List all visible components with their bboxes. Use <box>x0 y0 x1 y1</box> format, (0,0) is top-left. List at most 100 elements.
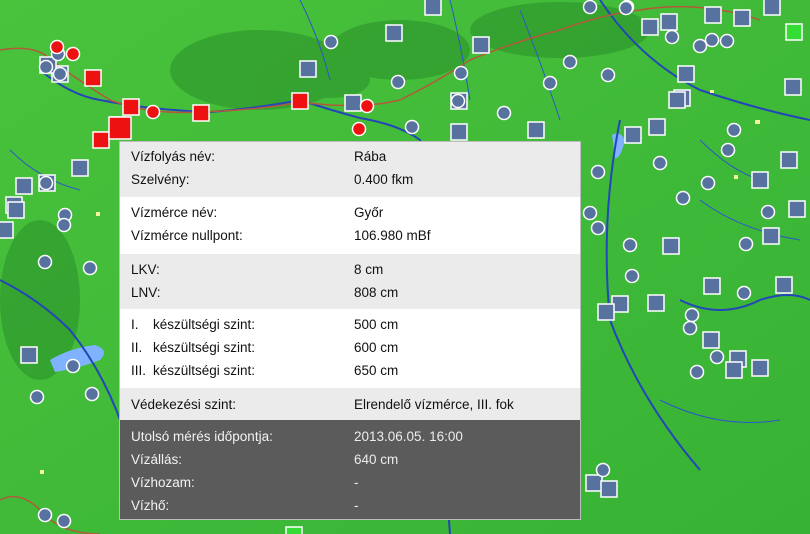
red-alert-marker[interactable] <box>92 131 110 149</box>
square-station-marker[interactable] <box>472 36 490 54</box>
square-station-marker[interactable] <box>662 237 680 255</box>
square-station-marker[interactable] <box>597 303 615 321</box>
circle-station-marker[interactable] <box>56 217 72 233</box>
red-alert-marker[interactable] <box>65 46 81 62</box>
circle-station-marker[interactable] <box>450 93 466 109</box>
red-alert-marker[interactable] <box>122 98 140 116</box>
square-station-marker[interactable] <box>763 0 781 16</box>
circle-station-marker[interactable] <box>624 268 640 284</box>
red-alert-marker[interactable] <box>108 116 132 140</box>
circle-station-marker[interactable] <box>618 0 634 16</box>
green-normal-marker[interactable] <box>785 23 803 41</box>
red-alert-marker[interactable] <box>291 92 309 110</box>
red-alert-marker[interactable] <box>192 104 210 122</box>
square-station-marker[interactable] <box>668 91 686 109</box>
square-station-marker[interactable] <box>299 60 317 78</box>
level-1-label: I. készültségi szint: <box>131 317 256 332</box>
square-station-marker[interactable] <box>762 227 780 245</box>
square-station-marker[interactable] <box>585 474 603 492</box>
circle-station-marker[interactable] <box>38 175 54 191</box>
circle-station-marker[interactable] <box>37 507 53 523</box>
circle-station-marker[interactable] <box>82 260 98 276</box>
square-station-marker[interactable] <box>424 0 442 16</box>
circle-station-marker[interactable] <box>720 142 736 158</box>
circle-station-marker[interactable] <box>709 349 725 365</box>
square-station-marker[interactable] <box>784 78 802 96</box>
circle-station-marker[interactable] <box>689 364 705 380</box>
square-station-marker[interactable] <box>775 276 793 294</box>
red-alert-marker[interactable] <box>84 69 102 87</box>
circle-station-marker[interactable] <box>453 65 469 81</box>
circle-station-marker[interactable] <box>692 38 708 54</box>
square-station-marker[interactable] <box>648 118 666 136</box>
circle-station-marker[interactable] <box>738 236 754 252</box>
circle-station-marker[interactable] <box>622 237 638 253</box>
square-station-marker[interactable] <box>780 151 798 169</box>
circle-station-marker[interactable] <box>390 74 406 90</box>
square-station-marker[interactable] <box>703 277 721 295</box>
circle-station-marker[interactable] <box>590 164 606 180</box>
circle-station-marker[interactable] <box>562 54 578 70</box>
square-station-marker[interactable] <box>660 13 678 31</box>
square-station-marker[interactable] <box>527 121 545 139</box>
circle-station-marker[interactable] <box>595 462 611 478</box>
circle-station-marker[interactable] <box>404 119 420 135</box>
square-station-marker[interactable] <box>600 480 618 498</box>
circle-station-marker[interactable] <box>582 0 598 15</box>
square-station-marker[interactable] <box>15 177 33 195</box>
square-station-marker[interactable] <box>624 126 642 144</box>
square-station-marker[interactable] <box>7 201 25 219</box>
circle-station-marker[interactable] <box>582 205 598 221</box>
circle-station-marker[interactable] <box>704 32 720 48</box>
circle-station-marker[interactable] <box>37 254 53 270</box>
red-alert-marker[interactable] <box>359 98 375 114</box>
circle-station-marker[interactable] <box>56 513 72 529</box>
circle-station-marker[interactable] <box>726 122 742 138</box>
square-station-marker[interactable] <box>751 359 769 377</box>
square-station-marker[interactable] <box>677 65 695 83</box>
circle-station-marker[interactable] <box>684 307 700 323</box>
gauge-zero-label: Vízmérce nullpont: <box>131 228 243 243</box>
red-alert-marker[interactable] <box>351 121 367 137</box>
gauge-zero-value: 106.980 mBf <box>354 228 431 243</box>
circle-station-marker[interactable] <box>682 320 698 336</box>
square-station-marker[interactable] <box>702 331 720 349</box>
circle-station-marker[interactable] <box>700 175 716 191</box>
lkv-label: LKV: <box>131 262 160 277</box>
circle-station-marker[interactable] <box>675 190 691 206</box>
square-station-marker[interactable] <box>450 123 468 141</box>
square-station-marker[interactable] <box>725 361 743 379</box>
circle-station-marker[interactable] <box>719 33 735 49</box>
square-station-marker[interactable] <box>0 221 14 239</box>
square-station-marker[interactable] <box>71 159 89 177</box>
square-station-marker[interactable] <box>344 94 362 112</box>
circle-station-marker[interactable] <box>496 105 512 121</box>
square-station-marker[interactable] <box>733 9 751 27</box>
circle-station-marker[interactable] <box>652 155 668 171</box>
circle-station-marker[interactable] <box>65 358 81 374</box>
square-station-marker[interactable] <box>647 294 665 312</box>
circle-station-marker[interactable] <box>736 285 752 301</box>
circle-station-marker[interactable] <box>542 75 558 91</box>
square-station-marker[interactable] <box>704 6 722 24</box>
square-station-marker[interactable] <box>641 18 659 36</box>
circle-station-marker[interactable] <box>84 386 100 402</box>
square-station-marker[interactable] <box>385 24 403 42</box>
circle-station-marker[interactable] <box>600 67 616 83</box>
circle-station-marker[interactable] <box>323 34 339 50</box>
square-station-marker[interactable] <box>751 171 769 189</box>
circle-station-marker[interactable] <box>29 389 45 405</box>
circle-station-marker[interactable] <box>760 204 776 220</box>
lnv-label: LNV: <box>131 285 161 300</box>
circle-station-marker[interactable] <box>664 29 680 45</box>
circle-station-marker[interactable] <box>38 59 54 75</box>
circle-station-marker[interactable] <box>52 66 68 82</box>
measurement-section: Utolsó mérés időpontja: 2013.06.05. 16:0… <box>120 420 580 519</box>
water-temp-label: Vízhő: <box>131 498 170 513</box>
red-alert-marker[interactable] <box>49 39 65 55</box>
green-normal-marker[interactable] <box>285 526 303 534</box>
circle-station-marker[interactable] <box>590 220 606 236</box>
square-station-marker[interactable] <box>788 200 806 218</box>
red-alert-marker[interactable] <box>145 104 161 120</box>
square-station-marker[interactable] <box>20 346 38 364</box>
